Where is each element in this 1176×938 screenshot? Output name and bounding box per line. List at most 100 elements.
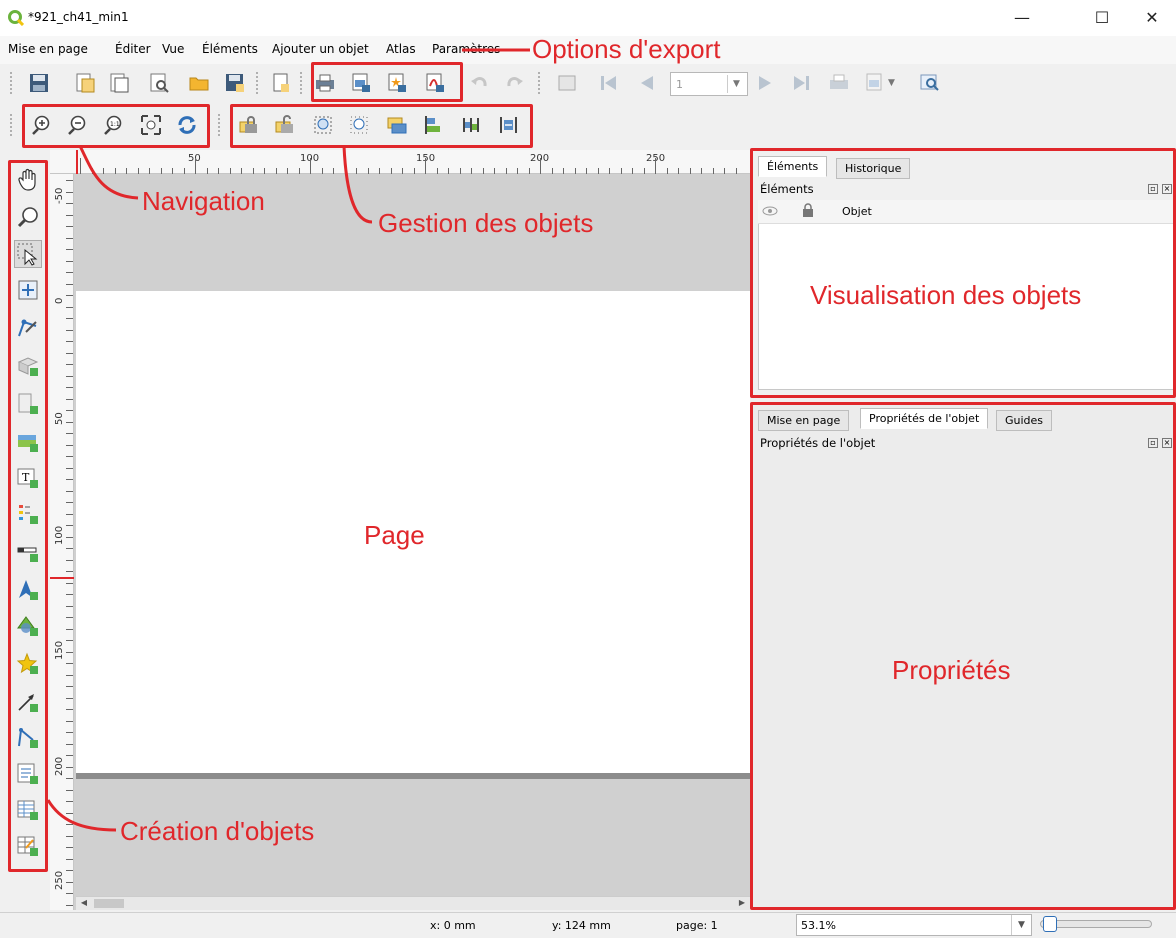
ruler-tick <box>655 158 656 174</box>
ruler-tick <box>563 168 564 174</box>
chevron-down-icon[interactable]: ▼ <box>1011 915 1031 935</box>
chevron-down-icon[interactable]: ▼ <box>727 75 745 93</box>
ruler-tick <box>91 168 93 174</box>
ruler-marker <box>76 150 78 174</box>
ruler-tick <box>505 168 507 174</box>
last-feature-icon[interactable] <box>788 70 814 96</box>
ruler-tick <box>333 168 334 174</box>
ruler-tick <box>195 158 196 174</box>
ruler-tick <box>66 525 73 526</box>
ruler-tick <box>66 709 73 710</box>
ruler-tick <box>310 158 311 174</box>
ruler-tick <box>66 260 73 262</box>
ruler-tick <box>66 594 73 595</box>
annotation-export: Options d'export <box>532 34 721 64</box>
menu-parametres[interactable]: Paramètres <box>432 42 500 56</box>
horizontal-ruler[interactable] <box>50 150 750 174</box>
ruler-tick <box>459 168 461 174</box>
ruler-tick <box>298 168 300 174</box>
ruler-tick <box>66 513 73 515</box>
toolbar-grip <box>256 72 260 94</box>
ruler-tick <box>66 870 73 871</box>
ruler-tick <box>701 168 702 174</box>
maximize-button[interactable]: ☐ <box>1080 4 1124 32</box>
next-feature-icon[interactable] <box>752 70 778 96</box>
ruler-label: 150 <box>54 640 65 660</box>
ruler-tick <box>66 743 73 745</box>
ruler-tick <box>66 306 73 308</box>
ruler-tick <box>66 605 73 607</box>
ruler-tick <box>66 479 73 480</box>
duplicate-layout-icon[interactable] <box>106 70 132 96</box>
ruler-tick <box>390 168 392 174</box>
navigation-box <box>22 104 210 148</box>
ruler-tick <box>66 398 73 400</box>
print-atlas-icon[interactable] <box>826 70 852 96</box>
ruler-tick <box>620 168 622 174</box>
ruler-tick <box>66 755 73 756</box>
ruler-tick <box>712 168 714 174</box>
ruler-tick <box>413 168 415 174</box>
zoom-combobox[interactable]: 53.1% ▼ <box>796 914 1032 936</box>
first-feature-icon[interactable] <box>596 70 622 96</box>
ruler-tick <box>517 168 518 174</box>
chevron-down-icon[interactable]: ▼ <box>888 78 895 88</box>
ruler-tick <box>425 158 426 174</box>
previous-feature-icon[interactable] <box>634 70 660 96</box>
ruler-tick <box>229 168 231 174</box>
open-folder-icon[interactable] <box>186 70 212 96</box>
ruler-tick <box>66 548 73 549</box>
cursor-y: y: 124 mm <box>552 919 611 932</box>
objects-management-box <box>230 104 533 148</box>
new-layout-icon[interactable] <box>72 70 98 96</box>
zoom-slider-handle[interactable] <box>1043 916 1057 932</box>
menu-atlas[interactable]: Atlas <box>386 42 416 56</box>
menu-elements[interactable]: Éléments <box>202 42 258 56</box>
ruler-tick <box>66 352 73 354</box>
redo-icon[interactable] <box>502 70 528 96</box>
ruler-tick <box>66 433 73 434</box>
atlas-settings-icon[interactable] <box>916 70 942 96</box>
scroll-right-icon[interactable]: ▶ <box>736 898 748 909</box>
ruler-tick <box>103 168 104 174</box>
menu-ajouter-objet[interactable]: Ajouter un objet <box>272 42 369 56</box>
zoom-slider[interactable] <box>1040 916 1152 932</box>
save-icon[interactable] <box>26 70 52 96</box>
ruler-tick <box>66 329 73 331</box>
page-indicator: page: 1 <box>676 919 718 932</box>
close-button[interactable]: ✕ <box>1130 4 1174 32</box>
scrollbar-thumb[interactable] <box>94 899 124 908</box>
toolbar-grip <box>10 72 14 94</box>
menu-vue[interactable]: Vue <box>162 42 184 56</box>
ruler-tick <box>66 617 73 618</box>
minimize-button[interactable]: — <box>1000 4 1044 32</box>
ruler-tick <box>66 628 73 630</box>
scroll-left-icon[interactable]: ◀ <box>78 898 90 909</box>
annotation-page: Page <box>364 520 425 550</box>
ruler-tick <box>471 168 472 174</box>
export-options-box <box>311 62 463 102</box>
export-atlas-icon[interactable] <box>862 70 888 96</box>
ruler-tick <box>321 168 323 174</box>
ruler-label: 200 <box>54 756 65 776</box>
ruler-tick <box>172 168 173 174</box>
ruler-tick <box>66 778 73 779</box>
menu-editer[interactable]: Éditer <box>115 42 151 56</box>
atlas-preview-icon[interactable] <box>554 70 580 96</box>
ruler-tick <box>66 812 73 814</box>
ruler-tick <box>66 766 73 768</box>
add-page-icon[interactable] <box>268 70 294 96</box>
ruler-tick <box>66 410 73 411</box>
ruler-tick <box>66 801 73 802</box>
zoom-value: 53.1% <box>801 919 836 932</box>
toolbar-grip <box>300 72 304 94</box>
layout-manager-icon[interactable] <box>146 70 172 96</box>
atlas-page-field[interactable]: 1 ▼ <box>670 72 748 96</box>
ruler-tick <box>528 168 530 174</box>
undo-icon[interactable] <box>466 70 492 96</box>
menu-mise-en-page[interactable]: Mise en page <box>8 42 88 56</box>
horizontal-scrollbar[interactable]: ◀ ▶ <box>76 896 750 910</box>
ruler-tick <box>66 180 73 181</box>
save-as-template-icon[interactable] <box>222 70 248 96</box>
ruler-tick <box>643 168 645 174</box>
